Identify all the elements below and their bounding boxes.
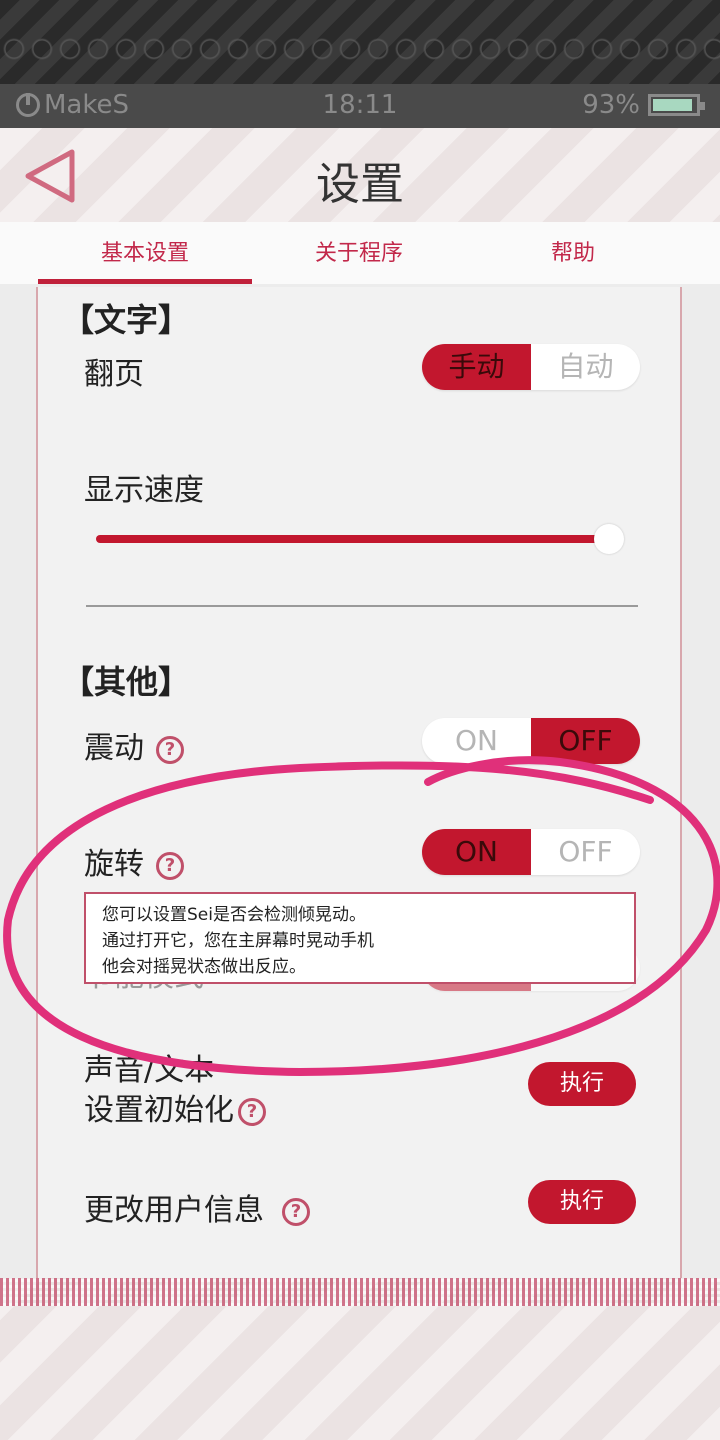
tooltip-line: 您可以设置Sei是否会检测倾晃动。 <box>102 905 366 925</box>
tab-about[interactable]: 关于程序 <box>252 222 466 284</box>
page-turn-manual[interactable]: 手动 <box>422 344 531 390</box>
vibration-toggle[interactable]: ON OFF <box>422 718 640 764</box>
section-title-other: 【其他】 <box>62 663 191 701</box>
user-info-execute-button[interactable]: 执行 <box>528 1180 636 1224</box>
vibration-row: 震动? <box>84 723 184 767</box>
battery-percent: 93% <box>582 90 640 120</box>
battery-icon <box>648 94 705 116</box>
rotation-toggle[interactable]: ON OFF <box>422 829 640 875</box>
section-title-text: 【文字】 <box>62 301 191 339</box>
header: 设置 <box>0 128 720 222</box>
page-title: 设置 <box>316 159 404 210</box>
help-icon[interactable]: ? <box>238 1097 266 1126</box>
rotation-on[interactable]: ON <box>422 829 531 875</box>
rotation-row: 旋转? <box>84 839 184 883</box>
reset-row: 声音/文本 设置初始化? <box>84 1051 266 1131</box>
battery-status: 93% <box>582 90 705 120</box>
user-info-row: 更改用户信息? <box>84 1185 310 1229</box>
vibration-off[interactable]: OFF <box>531 718 640 764</box>
top-decoration <box>0 0 720 84</box>
help-icon[interactable]: ? <box>156 735 184 764</box>
page-turn-toggle[interactable]: 手动 自动 <box>422 344 640 390</box>
display-speed-label: 显示速度 <box>84 473 204 508</box>
user-info-label: 更改用户信息 <box>84 1193 264 1228</box>
display-speed-slider[interactable] <box>96 535 606 543</box>
vibration-on[interactable]: ON <box>422 718 531 764</box>
tooltip-line: 他会对摇晃状态做出反应。 <box>102 957 306 977</box>
settings-panel: 【文字】 翻页 手动 自动 显示速度 【其他】 震动? ON OFF 旋转? O… <box>36 287 682 1307</box>
tooltip-line: 通过打开它，您在主屏幕时晃动手机 <box>102 931 374 951</box>
rotation-off[interactable]: OFF <box>531 829 640 875</box>
tab-bar: 基本设置 关于程序 帮助 <box>0 222 720 284</box>
tab-help[interactable]: 帮助 <box>466 222 680 284</box>
help-icon[interactable]: ? <box>156 851 184 880</box>
section-divider <box>86 605 638 607</box>
reset-label-line2: 设置初始化 <box>84 1093 234 1128</box>
reset-execute-button[interactable]: 执行 <box>528 1062 636 1106</box>
rotation-label: 旋转 <box>84 847 144 882</box>
display-speed-knob[interactable] <box>594 524 624 554</box>
status-bar: MakeS 18:11 93% <box>0 84 720 128</box>
reset-label-line1: 声音/文本 <box>84 1053 215 1088</box>
bottom-decoration <box>0 1278 720 1440</box>
tab-basic-settings[interactable]: 基本设置 <box>38 222 252 284</box>
rotation-help-tooltip: 您可以设置Sei是否会检测倾晃动。 通过打开它，您在主屏幕时晃动手机 他会对摇晃… <box>84 892 636 984</box>
page-turn-label: 翻页 <box>84 357 144 392</box>
help-icon[interactable]: ? <box>282 1197 310 1226</box>
page-turn-auto[interactable]: 自动 <box>531 344 640 390</box>
vibration-label: 震动 <box>84 731 144 766</box>
